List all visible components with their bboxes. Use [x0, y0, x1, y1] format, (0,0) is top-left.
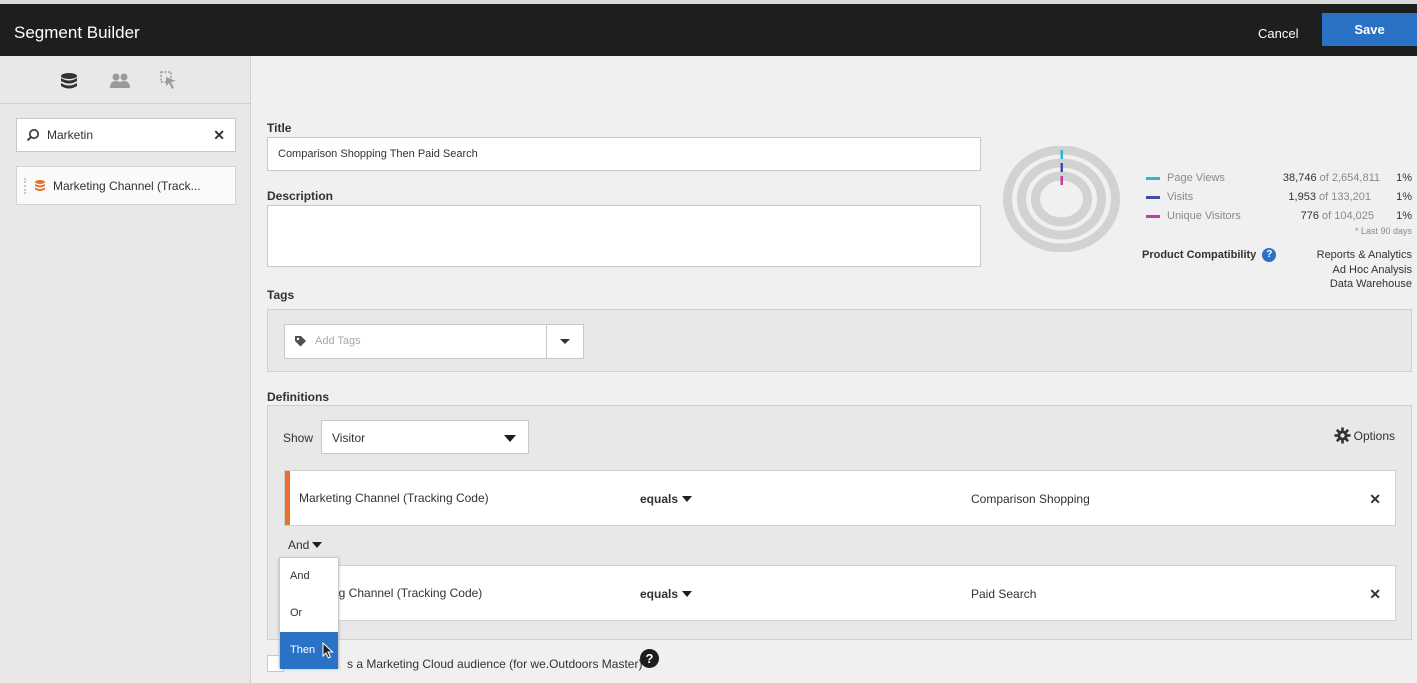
- cursor-select-icon[interactable]: [158, 70, 180, 92]
- cancel-button[interactable]: Cancel: [1258, 26, 1298, 41]
- conjunction-dropdown[interactable]: And: [288, 538, 323, 552]
- caret-down-icon: [682, 591, 693, 597]
- save-button[interactable]: Save: [1322, 13, 1417, 46]
- legend-unique-visitors: Unique Visitors: [1146, 210, 1241, 222]
- caret-down-icon: [312, 542, 323, 548]
- description-label: Description: [267, 189, 334, 203]
- search-icon: [26, 129, 39, 142]
- stat-percent: 1%: [1396, 210, 1412, 222]
- menu-item-and[interactable]: And: [280, 558, 338, 595]
- segments-icon[interactable]: [109, 70, 131, 92]
- mouse-pointer-icon: [322, 642, 334, 659]
- ring-mark: [1060, 163, 1063, 172]
- compatibility-list: Reports & Analytics Ad Hoc Analysis Data…: [1290, 248, 1412, 292]
- stat-value: 776: [1300, 210, 1319, 222]
- rule-dimension: Marketing Channel (Tracking Code): [299, 491, 489, 505]
- tags-label: Tags: [267, 288, 295, 302]
- show-select-value: Visitor: [332, 431, 366, 445]
- dimension-icon: [35, 180, 45, 191]
- stat-percent: 1%: [1396, 172, 1412, 184]
- rule-dimension: ng Channel (Tracking Code): [332, 586, 483, 600]
- rule-operator-dropdown[interactable]: equals: [640, 492, 693, 506]
- rule-operator-label: equals: [640, 492, 679, 506]
- legend-page-views: Page Views: [1146, 172, 1225, 184]
- legend-visits: Visits: [1146, 191, 1193, 203]
- stat-page-views: 38,746 of 2,654,811: [1250, 172, 1380, 184]
- remove-rule-icon[interactable]: ✕: [1369, 491, 1381, 508]
- help-icon[interactable]: ?: [640, 649, 659, 668]
- ring-mark: [1060, 176, 1063, 185]
- legend-label: Page Views: [1167, 172, 1225, 184]
- help-icon[interactable]: ?: [1262, 248, 1277, 262]
- product-compatibility: Product Compatibility ?: [1142, 248, 1277, 262]
- audience-label: s a Marketing Cloud audience (for we.Out…: [347, 657, 643, 671]
- stat-of: of 133,201: [1319, 191, 1371, 203]
- drag-handle-icon[interactable]: [24, 178, 26, 194]
- ring-mark: [1060, 150, 1063, 159]
- last-90-days-note: * Last 90 days: [1354, 226, 1412, 236]
- tags-dropdown-button[interactable]: [546, 325, 583, 358]
- rule-value[interactable]: Paid Search: [971, 587, 1036, 601]
- search-result-item[interactable]: Marketing Channel (Track...: [16, 166, 236, 205]
- dimensions-icon[interactable]: [58, 70, 80, 92]
- stat-value: 1,953: [1288, 191, 1316, 203]
- stat-percent: 1%: [1396, 191, 1412, 203]
- app-title: Segment Builder: [14, 23, 140, 42]
- tags-area: Add Tags: [267, 309, 1412, 372]
- stat-of: of 104,025: [1322, 210, 1374, 222]
- component-panel: ✕ Marketing Channel (Track...: [0, 56, 251, 683]
- tags-placeholder: Add Tags: [315, 335, 361, 347]
- rule-color-bar[interactable]: [285, 471, 290, 525]
- title-label: Title: [267, 121, 292, 135]
- legend-label: Unique Visitors: [1167, 210, 1241, 222]
- rule-row: ng Channel (Tracking Code) equals Paid S…: [284, 565, 1396, 621]
- remove-rule-icon[interactable]: ✕: [1369, 586, 1381, 603]
- product-compatibility-label: Product Compatibility: [1142, 249, 1257, 261]
- conjunction-label: And: [288, 538, 310, 552]
- gear-icon: [1334, 427, 1351, 444]
- search-result-label: Marketing Channel (Track...: [53, 179, 201, 193]
- rule-operator-dropdown[interactable]: equals: [640, 587, 693, 601]
- stat-unique-visitors: 776 of 104,025: [1250, 210, 1374, 222]
- caret-down-icon: [682, 496, 693, 502]
- panel-tabs: [0, 56, 250, 104]
- compat-item: Reports & Analytics: [1316, 249, 1412, 261]
- legend-swatch: [1146, 176, 1160, 180]
- stat-value: 38,746: [1282, 172, 1317, 184]
- clear-search-icon[interactable]: ✕: [213, 127, 225, 144]
- legend-swatch: [1146, 195, 1160, 199]
- title-field[interactable]: Comparison Shopping Then Paid Search: [267, 137, 981, 171]
- title-value: Comparison Shopping Then Paid Search: [278, 148, 478, 160]
- show-select[interactable]: Visitor: [321, 420, 529, 454]
- description-field[interactable]: [267, 205, 981, 267]
- definitions-label: Definitions: [267, 390, 329, 404]
- chevron-down-icon: [560, 339, 570, 344]
- definitions-container: Show Visitor Options Marketing Channel (…: [267, 405, 1412, 640]
- rule-row: Marketing Channel (Tracking Code) equals…: [284, 470, 1396, 526]
- component-search[interactable]: ✕: [16, 118, 236, 152]
- compat-item: Data Warehouse: [1329, 278, 1412, 290]
- rule-operator-label: equals: [640, 587, 679, 601]
- show-label: Show: [283, 431, 314, 445]
- legend-swatch: [1146, 214, 1160, 218]
- tag-icon: [295, 336, 306, 347]
- compat-item: Ad Hoc Analysis: [1332, 263, 1412, 276]
- stat-of: of 2,654,811: [1319, 172, 1380, 184]
- summary-rings-chart: [1003, 146, 1120, 252]
- rule-value[interactable]: Comparison Shopping: [971, 492, 1090, 506]
- caret-down-icon: [504, 435, 516, 442]
- tags-input[interactable]: Add Tags: [284, 324, 584, 359]
- search-input[interactable]: [47, 125, 207, 145]
- top-bar: Segment Builder Cancel Save: [0, 0, 1417, 56]
- menu-item-or[interactable]: Or: [280, 595, 338, 632]
- legend-label: Visits: [1167, 191, 1194, 203]
- stat-visits: 1,953 of 133,201: [1250, 191, 1371, 203]
- options-button[interactable]: Options: [1334, 427, 1395, 444]
- options-label: Options: [1353, 428, 1395, 443]
